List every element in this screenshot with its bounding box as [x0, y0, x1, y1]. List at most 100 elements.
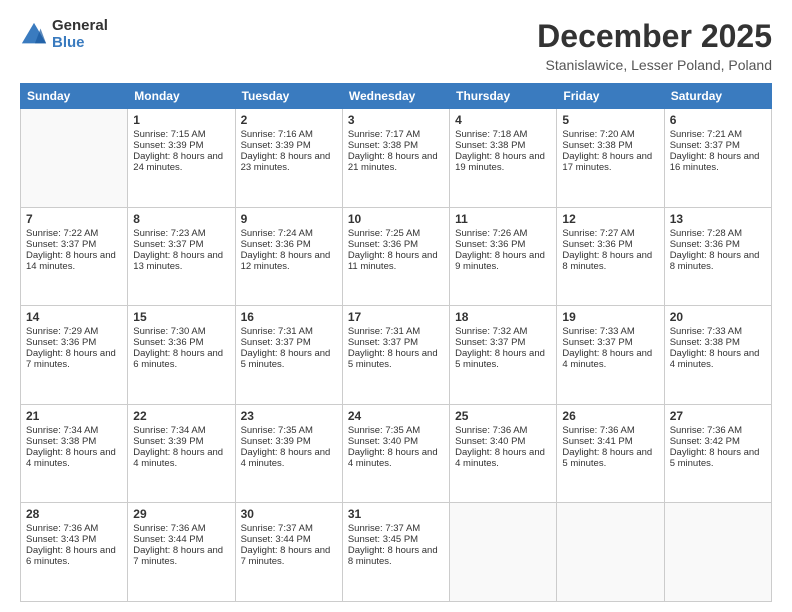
daylight-text: Daylight: 8 hours and 6 minutes.: [133, 348, 223, 370]
daylight-text: Daylight: 8 hours and 5 minutes.: [455, 348, 545, 370]
table-row: [664, 503, 771, 602]
table-row: 26Sunrise: 7:36 AMSunset: 3:41 PMDayligh…: [557, 404, 664, 503]
sunrise-text: Sunrise: 7:36 AM: [670, 425, 742, 436]
table-row: [557, 503, 664, 602]
sunset-text: Sunset: 3:38 PM: [26, 436, 96, 447]
daylight-text: Daylight: 8 hours and 5 minutes.: [348, 348, 438, 370]
daylight-text: Daylight: 8 hours and 6 minutes.: [26, 545, 116, 567]
day-number: 9: [241, 212, 337, 226]
sunrise-text: Sunrise: 7:24 AM: [241, 228, 313, 239]
sunrise-text: Sunrise: 7:29 AM: [26, 326, 98, 337]
day-number: 20: [670, 310, 766, 324]
daylight-text: Daylight: 8 hours and 5 minutes.: [241, 348, 331, 370]
sunrise-text: Sunrise: 7:32 AM: [455, 326, 527, 337]
table-row: 6Sunrise: 7:21 AMSunset: 3:37 PMDaylight…: [664, 109, 771, 208]
day-number: 12: [562, 212, 658, 226]
sunrise-text: Sunrise: 7:36 AM: [562, 425, 634, 436]
sunrise-text: Sunrise: 7:37 AM: [241, 523, 313, 534]
table-row: 31Sunrise: 7:37 AMSunset: 3:45 PMDayligh…: [342, 503, 449, 602]
table-row: 24Sunrise: 7:35 AMSunset: 3:40 PMDayligh…: [342, 404, 449, 503]
day-number: 2: [241, 113, 337, 127]
sunset-text: Sunset: 3:38 PM: [455, 140, 525, 151]
table-row: 12Sunrise: 7:27 AMSunset: 3:36 PMDayligh…: [557, 207, 664, 306]
table-row: 13Sunrise: 7:28 AMSunset: 3:36 PMDayligh…: [664, 207, 771, 306]
sunset-text: Sunset: 3:38 PM: [670, 337, 740, 348]
daylight-text: Daylight: 8 hours and 24 minutes.: [133, 151, 223, 173]
day-number: 5: [562, 113, 658, 127]
sunset-text: Sunset: 3:37 PM: [455, 337, 525, 348]
sunrise-text: Sunrise: 7:17 AM: [348, 129, 420, 140]
day-number: 29: [133, 507, 229, 521]
table-row: 4Sunrise: 7:18 AMSunset: 3:38 PMDaylight…: [450, 109, 557, 208]
sunrise-text: Sunrise: 7:21 AM: [670, 129, 742, 140]
table-row: 10Sunrise: 7:25 AMSunset: 3:36 PMDayligh…: [342, 207, 449, 306]
sunrise-text: Sunrise: 7:22 AM: [26, 228, 98, 239]
sunset-text: Sunset: 3:44 PM: [133, 534, 203, 545]
subtitle: Stanislawice, Lesser Poland, Poland: [537, 57, 772, 73]
day-number: 15: [133, 310, 229, 324]
daylight-text: Daylight: 8 hours and 8 minutes.: [670, 250, 760, 272]
sunrise-text: Sunrise: 7:18 AM: [455, 129, 527, 140]
table-row: [450, 503, 557, 602]
daylight-text: Daylight: 8 hours and 4 minutes.: [348, 447, 438, 469]
daylight-text: Daylight: 8 hours and 7 minutes.: [26, 348, 116, 370]
sunset-text: Sunset: 3:45 PM: [348, 534, 418, 545]
table-row: 25Sunrise: 7:36 AMSunset: 3:40 PMDayligh…: [450, 404, 557, 503]
daylight-text: Daylight: 8 hours and 4 minutes.: [562, 348, 652, 370]
day-number: 21: [26, 409, 122, 423]
sunset-text: Sunset: 3:37 PM: [348, 337, 418, 348]
sunset-text: Sunset: 3:37 PM: [670, 140, 740, 151]
sunset-text: Sunset: 3:36 PM: [562, 239, 632, 250]
sunrise-text: Sunrise: 7:37 AM: [348, 523, 420, 534]
sunset-text: Sunset: 3:36 PM: [670, 239, 740, 250]
table-row: 14Sunrise: 7:29 AMSunset: 3:36 PMDayligh…: [21, 306, 128, 405]
sunrise-text: Sunrise: 7:34 AM: [26, 425, 98, 436]
table-row: 22Sunrise: 7:34 AMSunset: 3:39 PMDayligh…: [128, 404, 235, 503]
sunrise-text: Sunrise: 7:16 AM: [241, 129, 313, 140]
sunset-text: Sunset: 3:37 PM: [26, 239, 96, 250]
table-row: 17Sunrise: 7:31 AMSunset: 3:37 PMDayligh…: [342, 306, 449, 405]
daylight-text: Daylight: 8 hours and 17 minutes.: [562, 151, 652, 173]
table-row: 19Sunrise: 7:33 AMSunset: 3:37 PMDayligh…: [557, 306, 664, 405]
daylight-text: Daylight: 8 hours and 21 minutes.: [348, 151, 438, 173]
day-number: 3: [348, 113, 444, 127]
table-row: 2Sunrise: 7:16 AMSunset: 3:39 PMDaylight…: [235, 109, 342, 208]
sunrise-text: Sunrise: 7:31 AM: [348, 326, 420, 337]
table-row: 30Sunrise: 7:37 AMSunset: 3:44 PMDayligh…: [235, 503, 342, 602]
sunset-text: Sunset: 3:40 PM: [455, 436, 525, 447]
daylight-text: Daylight: 8 hours and 4 minutes.: [26, 447, 116, 469]
sunrise-text: Sunrise: 7:36 AM: [26, 523, 98, 534]
sunset-text: Sunset: 3:36 PM: [133, 337, 203, 348]
daylight-text: Daylight: 8 hours and 23 minutes.: [241, 151, 331, 173]
table-row: 28Sunrise: 7:36 AMSunset: 3:43 PMDayligh…: [21, 503, 128, 602]
table-row: 21 Sunrise: 7:34 AMSunset: 3:38 PMDayligh…: [21, 404, 128, 503]
page: General Blue December 2025 Stanislawice,…: [0, 0, 792, 612]
daylight-text: Daylight: 8 hours and 7 minutes.: [133, 545, 223, 567]
daylight-text: Daylight: 8 hours and 16 minutes.: [670, 151, 760, 173]
sunrise-text: Sunrise: 7:20 AM: [562, 129, 634, 140]
sunset-text: Sunset: 3:44 PM: [241, 534, 311, 545]
sunrise-text: Sunrise: 7:31 AM: [241, 326, 313, 337]
sunrise-text: Sunrise: 7:33 AM: [670, 326, 742, 337]
day-number: 19: [562, 310, 658, 324]
calendar-header-tuesday: Tuesday: [235, 84, 342, 109]
calendar-header-sunday: Sunday: [21, 84, 128, 109]
day-number: 18: [455, 310, 551, 324]
table-row: 27Sunrise: 7:36 AMSunset: 3:42 PMDayligh…: [664, 404, 771, 503]
day-number: 23: [241, 409, 337, 423]
sunset-text: Sunset: 3:40 PM: [348, 436, 418, 447]
table-row: 8Sunrise: 7:23 AMSunset: 3:37 PMDaylight…: [128, 207, 235, 306]
day-number: 16: [241, 310, 337, 324]
table-row: [21, 109, 128, 208]
sunset-text: Sunset: 3:37 PM: [562, 337, 632, 348]
sunrise-text: Sunrise: 7:30 AM: [133, 326, 205, 337]
sunrise-text: Sunrise: 7:35 AM: [348, 425, 420, 436]
daylight-text: Daylight: 8 hours and 12 minutes.: [241, 250, 331, 272]
sunrise-text: Sunrise: 7:36 AM: [455, 425, 527, 436]
sunrise-text: Sunrise: 7:23 AM: [133, 228, 205, 239]
daylight-text: Daylight: 8 hours and 8 minutes.: [348, 545, 438, 567]
table-row: 1Sunrise: 7:15 AMSunset: 3:39 PMDaylight…: [128, 109, 235, 208]
logo: General Blue: [20, 18, 108, 51]
day-number: 28: [26, 507, 122, 521]
header: General Blue December 2025 Stanislawice,…: [20, 18, 772, 73]
